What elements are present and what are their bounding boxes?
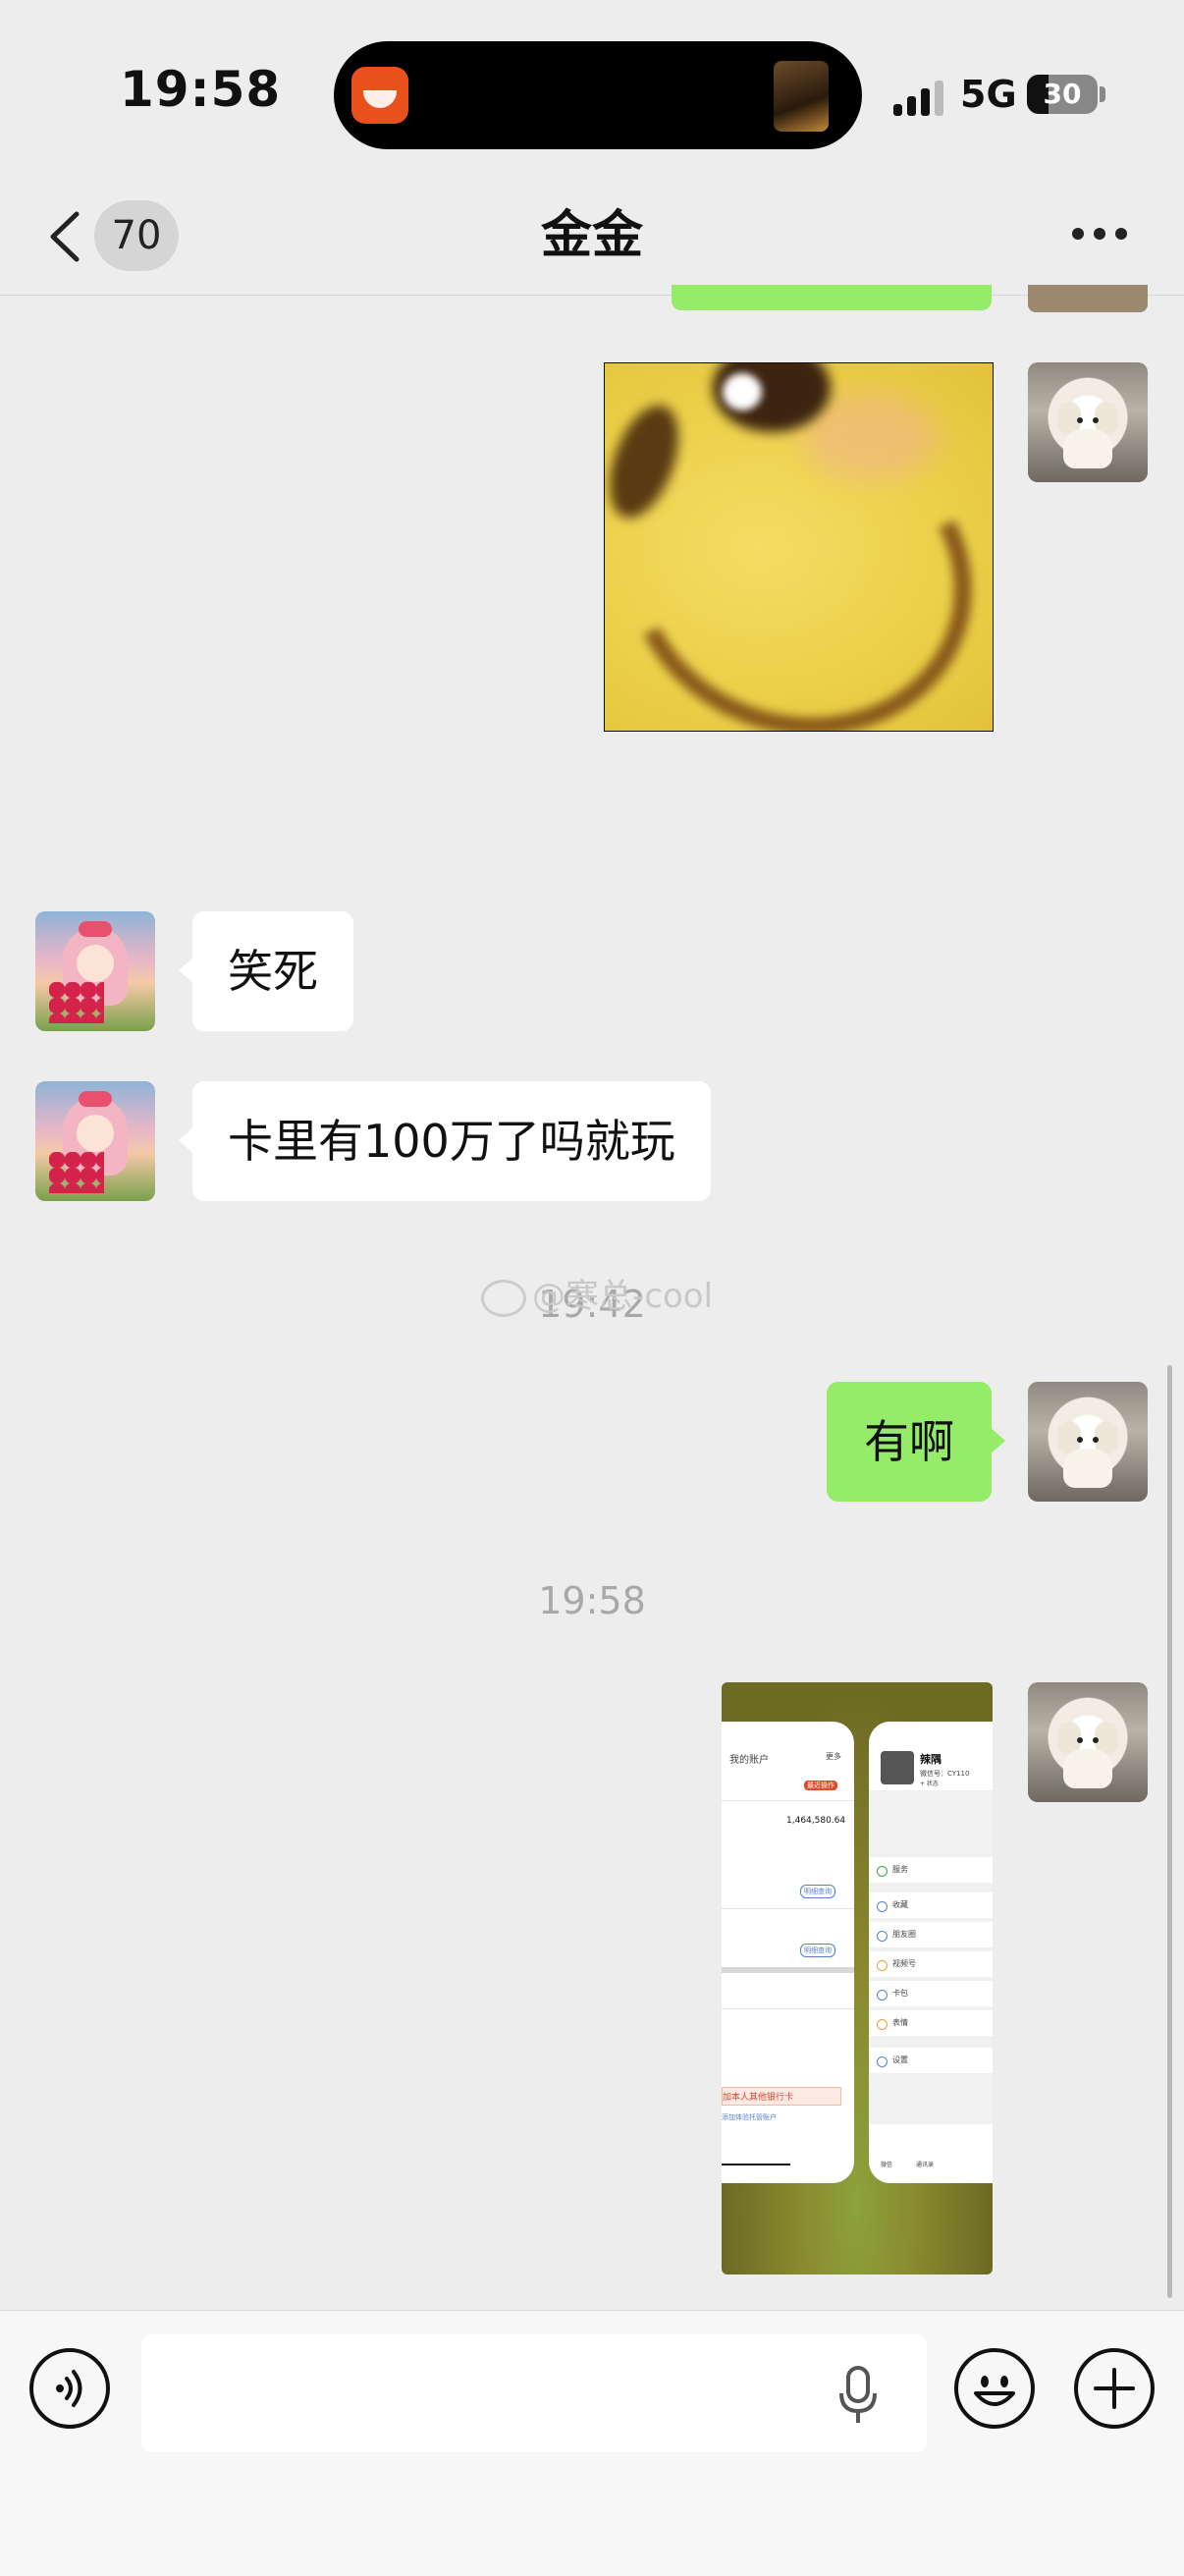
detail-query-pill: 明细查询 xyxy=(800,1885,835,1898)
menu-moments: 朋友圈 xyxy=(892,1930,916,1939)
chat-header: 70 金金 xyxy=(0,177,1184,296)
message-timestamp: 19:58 xyxy=(538,1579,646,1622)
tab-chats: 微信 xyxy=(881,2162,893,2168)
voice-icon-glyph xyxy=(56,2370,82,2407)
battery-icon: 30 xyxy=(1027,75,1098,114)
chat-title: 金金 xyxy=(540,206,643,265)
detail-query-pill: 明细查询 xyxy=(800,1944,835,1957)
image-message-smiley[interactable] xyxy=(604,362,994,732)
received-text-bubble[interactable]: 笑死 xyxy=(179,911,353,1031)
my-avatar[interactable] xyxy=(1028,1382,1148,1502)
ellipsis-icon[interactable] xyxy=(1072,228,1131,242)
account-amount: 1,464,580.64 xyxy=(786,1816,846,1826)
wechat-id: 微信号：CY110 xyxy=(920,1770,970,1778)
emoji-icon[interactable] xyxy=(954,2348,1035,2429)
status-label: + 状态 xyxy=(920,1781,939,1787)
watermark-text: @寒总-cool xyxy=(532,1277,714,1316)
smiley-eye-highlight xyxy=(723,373,762,411)
contact-avatar[interactable] xyxy=(35,911,155,1031)
media-thumbnail[interactable] xyxy=(774,61,829,132)
weibo-watermark: @寒总-cool xyxy=(481,1269,713,1317)
menu-service: 服务 xyxy=(892,1865,908,1874)
menu-stickers: 表情 xyxy=(892,2018,908,2027)
tab-contacts: 通讯录 xyxy=(916,2162,935,2168)
previous-sent-bubble[interactable] xyxy=(672,285,992,310)
network-type: 5G xyxy=(960,73,1017,116)
profile-name: 辣隅 xyxy=(920,1753,942,1766)
battery-percent: 30 xyxy=(1043,78,1082,110)
my-avatar[interactable] xyxy=(1028,362,1148,482)
battery-tip xyxy=(1100,86,1105,102)
scrollbar[interactable] xyxy=(1167,1365,1172,2298)
emoji-icon-glyph xyxy=(974,2376,1015,2406)
mic-icon[interactable] xyxy=(838,2366,878,2425)
plus-icon-glyph xyxy=(1094,2368,1135,2409)
bank-app-card: 我的账户 更多 最近操作 1,464,580.64 明细查询 明细查询 加本人其… xyxy=(722,1722,854,2183)
avatar[interactable] xyxy=(1028,285,1148,312)
menu-favorites: 收藏 xyxy=(892,1900,908,1909)
tomato-novel-app-icon[interactable] xyxy=(351,67,408,124)
message-input[interactable] xyxy=(141,2334,927,2452)
dynamic-island[interactable] xyxy=(334,41,862,149)
plus-icon[interactable] xyxy=(1074,2348,1155,2429)
more-link: 更多 xyxy=(826,1752,841,1761)
menu-settings: 设置 xyxy=(892,2055,908,2064)
weibo-icon xyxy=(481,1279,526,1317)
recent-tag: 最近操作 xyxy=(804,1781,837,1790)
cellular-signal-icon xyxy=(893,81,948,116)
add-card-notice: 加本人其他银行卡 xyxy=(722,2087,841,2106)
image-message-screenshot[interactable]: 我的账户 更多 最近操作 1,464,580.64 明细查询 明细查询 加本人其… xyxy=(722,1682,993,2275)
received-text-bubble[interactable]: 卡里有100万了吗就玩 xyxy=(179,1081,711,1201)
my-avatar[interactable] xyxy=(1028,1682,1148,1802)
account-title: 我的账户 xyxy=(729,1755,769,1766)
menu-channels: 视频号 xyxy=(892,1959,916,1968)
add-account-link: 添加体验托管账户 xyxy=(722,2113,777,2121)
wechat-me-card: 辣隅 微信号：CY110 + 状态 服务 收藏 朋友圈 视频号 卡包 表情 设置… xyxy=(869,1722,993,2183)
contact-avatar[interactable] xyxy=(35,1081,155,1201)
voice-icon[interactable] xyxy=(29,2348,110,2429)
sent-text-bubble[interactable]: 有啊 xyxy=(827,1382,1005,1502)
menu-cards: 卡包 xyxy=(892,1989,908,1998)
status-time: 19:58 xyxy=(120,61,282,118)
input-bar xyxy=(0,2310,1184,2576)
